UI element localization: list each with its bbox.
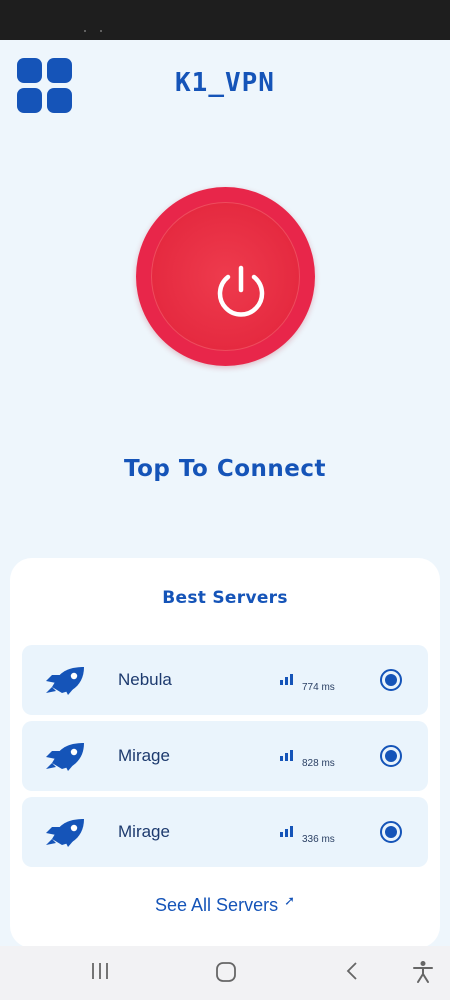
server-name: Mirage [118, 746, 170, 765]
server-row-mirage-2[interactable]: Mirage 336 ms [22, 797, 428, 867]
server-row-nebula[interactable]: Nebula 774 ms [22, 645, 428, 715]
rocket-icon [46, 819, 84, 847]
recent-apps-icon[interactable] [90, 960, 110, 982]
power-icon [217, 265, 265, 317]
ping-value: 336 ms [302, 834, 335, 845]
connect-label: Top To Connect [123, 456, 326, 482]
status-dot [84, 30, 86, 32]
rocket-icon [46, 743, 84, 771]
signal-icon [280, 750, 293, 761]
ping-value: 828 ms [302, 758, 335, 769]
radio-icon[interactable] [380, 745, 402, 767]
power-button[interactable] [136, 187, 315, 366]
accessibility-icon[interactable] [412, 960, 434, 984]
home-icon[interactable] [214, 960, 238, 984]
rocket-icon [46, 667, 84, 695]
see-all-servers-link[interactable]: See All Servers ➚ [10, 893, 440, 916]
best-servers-heading: Best Servers [162, 588, 288, 608]
radio-icon[interactable] [380, 821, 402, 843]
app-title: K1_VPN [175, 68, 275, 98]
arrow-up-right-icon: ➚ [284, 893, 295, 908]
status-bar [0, 0, 450, 40]
power-button-inner [151, 202, 300, 351]
see-all-label: See All Servers [155, 895, 279, 915]
best-servers-card: Best Servers Nebula 774 ms Mirage 828 ms… [10, 558, 440, 948]
radio-icon[interactable] [380, 669, 402, 691]
system-nav-bar [0, 946, 450, 1000]
server-name: Nebula [118, 670, 172, 689]
server-row-mirage[interactable]: Mirage 828 ms [22, 721, 428, 791]
signal-icon [280, 826, 293, 837]
signal-icon [280, 674, 293, 685]
back-icon[interactable] [342, 960, 362, 982]
server-name: Mirage [118, 822, 170, 841]
ping-value: 774 ms [302, 682, 335, 693]
status-dot [100, 30, 102, 32]
